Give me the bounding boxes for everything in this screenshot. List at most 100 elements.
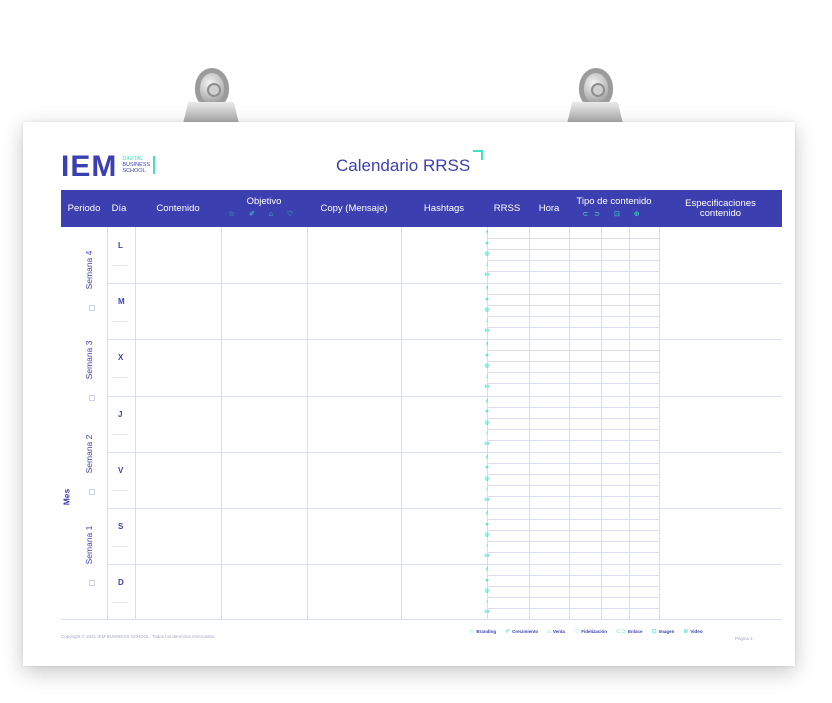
sub-row-divider — [487, 552, 659, 553]
objetivo-icons: ☆ ✐ ⌂ ♡ — [228, 211, 300, 218]
sub-row-divider — [487, 238, 659, 239]
sub-row-divider — [487, 608, 659, 610]
linkedin-icon: in — [484, 609, 490, 616]
video-icon: ⊕ — [683, 629, 689, 635]
week-checkbox[interactable] — [89, 395, 95, 401]
t-bird-icon: ♥ — [485, 465, 489, 472]
row-divider — [107, 395, 782, 397]
logo-main: IEM — [61, 150, 118, 183]
legend-enlace: ⊂⊃ Enlace — [615, 629, 643, 635]
row-divider — [107, 508, 782, 509]
linkedin-icon: in — [484, 384, 490, 391]
calendar-sheet: IEM DIGITAL BUSINESS SCHOOL Calendario R… — [23, 122, 795, 666]
day-underline — [113, 489, 127, 491]
rocket-icon: ✐ — [505, 629, 511, 635]
day-label: X — [118, 353, 124, 363]
sub-row-divider — [487, 271, 659, 272]
sub-row-divider — [487, 305, 659, 307]
column-divider — [529, 227, 530, 620]
tiktok-icon: ♪ — [485, 542, 489, 549]
column-divider — [601, 227, 602, 620]
day-label: S — [118, 522, 124, 531]
sub-row-divider — [487, 417, 659, 419]
sub-row-divider — [487, 428, 659, 430]
facebook-icon: f — [486, 398, 488, 405]
t-bird-icon: ♥ — [485, 240, 489, 247]
instagram-icon: ◎ — [484, 363, 490, 370]
link-icon: ⊂⊃ — [615, 629, 627, 635]
sub-row-divider — [487, 519, 659, 520]
t-bird-icon: ♥ — [485, 296, 489, 303]
t-bird-icon: ♥ — [485, 577, 489, 584]
day-label: J — [118, 409, 123, 419]
tiktok-icon: ♪ — [485, 430, 489, 437]
week-checkbox[interactable] — [89, 305, 95, 311]
column-divider — [307, 227, 308, 620]
linkedin-icon: in — [484, 496, 490, 503]
row-divider — [107, 451, 782, 453]
sub-row-divider — [487, 473, 659, 475]
day-label: D — [118, 578, 124, 588]
sub-row-divider — [487, 327, 659, 329]
tiktok-icon: ♪ — [485, 373, 489, 380]
column-divider — [401, 227, 402, 620]
tipo-icons: ⊂⊃ ⊡ ⊕ — [582, 211, 646, 218]
t-bird-icon: ♥ — [485, 521, 489, 528]
calendar-table: Periodo Día Contenido Objetivo ☆ ✐ ⌂ ♡ C… — [61, 190, 782, 620]
col-tipo-label: Tipo de contenido — [576, 196, 652, 207]
day-underline — [113, 602, 127, 604]
table-body: Mes Lf ♥ ◎ ♪ in Mf ♥ ◎ ♪ in Xf ♥ ◎ ♪ in Jf ♥ ◎ ♪ in Vf ♥ ◎ ♪ in S… — [61, 227, 782, 620]
week-label: Semana 1 — [84, 525, 94, 565]
facebook-icon: f — [486, 567, 488, 574]
copyright: Copyright © 2021 IEM BUSINESS SCHOOL. To… — [61, 634, 216, 639]
legend: ☆ Branding ✐ Crecimiento ⌂ Venta ♡ Fidelizac… — [469, 628, 703, 636]
instagram-icon: ◎ — [484, 419, 490, 426]
legend-branding: ☆ Branding — [469, 629, 497, 635]
month-label: Mes — [61, 488, 72, 506]
page-number: Página 1 — [735, 636, 753, 641]
sub-row-divider — [487, 372, 659, 374]
week-checkbox[interactable] — [89, 580, 95, 586]
day-underline — [113, 377, 127, 379]
instagram-icon: ◎ — [484, 251, 490, 257]
week-checkbox[interactable] — [89, 489, 95, 495]
title-corner-accent — [473, 150, 483, 160]
legend-imagen: ⊡ Imagen — [651, 629, 675, 635]
column-divider — [659, 227, 660, 620]
row-divider — [107, 564, 782, 566]
col-hashtags: Hashtags — [423, 203, 465, 214]
image-icon: ⊡ — [651, 629, 657, 635]
linkedin-icon: in — [484, 328, 490, 335]
col-dia: Día — [111, 203, 127, 214]
sub-row-divider — [487, 406, 659, 408]
facebook-icon: f — [486, 230, 488, 236]
week-label: Semana 4 — [84, 250, 94, 290]
t-bird-icon: ♥ — [485, 409, 489, 416]
sub-row-divider — [487, 350, 659, 352]
sub-row-divider — [487, 586, 659, 588]
day-underline — [113, 321, 127, 323]
col-copy: Copy (Mensaje) — [320, 203, 388, 214]
col-objetivo: Objetivo ☆ ✐ ⌂ ♡ — [221, 190, 307, 227]
bag-icon: ⌂ — [547, 628, 551, 635]
column-divider — [107, 227, 108, 620]
facebook-icon: f — [486, 342, 488, 349]
day-label: M — [118, 297, 125, 307]
col-rrss: RRSS — [493, 203, 521, 214]
col-hora: Hora — [538, 203, 560, 214]
sub-row-divider — [487, 361, 659, 363]
instagram-icon: ◎ — [484, 307, 490, 314]
sub-row-divider — [487, 541, 659, 542]
column-divider — [135, 227, 136, 620]
tiktok-icon: ♪ — [485, 598, 489, 605]
sub-row-divider — [487, 495, 659, 497]
column-divider — [221, 227, 222, 620]
sub-row-divider — [487, 294, 659, 296]
instagram-icon: ◎ — [484, 588, 490, 595]
facebook-icon: f — [486, 286, 488, 293]
day-underline — [113, 265, 127, 266]
row-divider — [107, 283, 782, 285]
linkedin-icon: in — [484, 272, 490, 278]
legend-crecimiento: ✐ Crecimiento — [505, 629, 539, 635]
day-underline — [113, 433, 127, 435]
